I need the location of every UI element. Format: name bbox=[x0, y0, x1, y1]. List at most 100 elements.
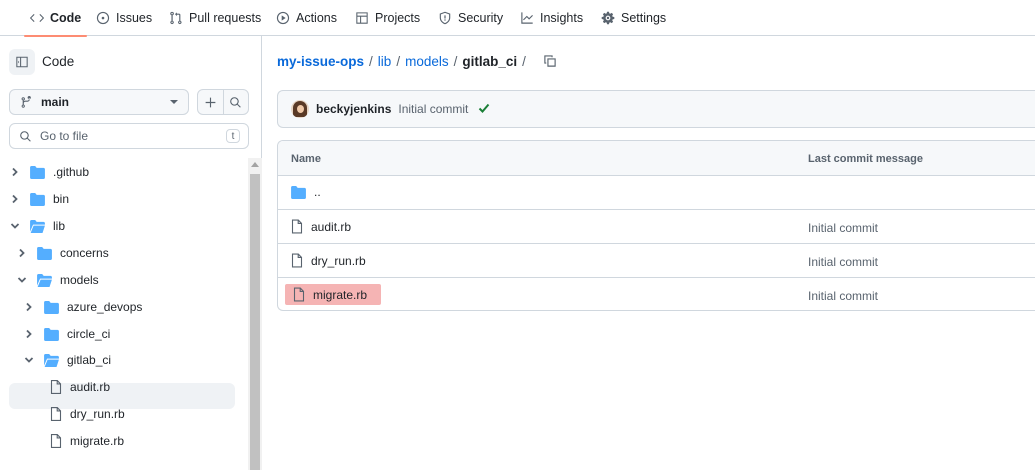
table-row[interactable]: dry_run.rb Initial commit bbox=[278, 244, 1035, 278]
search-button[interactable] bbox=[222, 90, 248, 114]
tree-item-label: bin bbox=[53, 192, 70, 206]
folder-icon bbox=[291, 185, 306, 199]
repo-nav: Code Issues Pull requests Actions Projec… bbox=[0, 0, 1035, 37]
file-icon bbox=[50, 434, 62, 448]
tree-item-gitlab-ci-content[interactable]: gitlab_ci bbox=[24, 347, 111, 373]
latest-commit-bar: beckyjenkins Initial commit bbox=[277, 90, 1035, 128]
table-row-parent[interactable]: .. bbox=[278, 176, 1035, 210]
file-name-link[interactable]: dry_run.rb bbox=[311, 254, 366, 268]
chevron-down-icon[interactable] bbox=[24, 355, 34, 365]
table-row[interactable]: audit.rb Initial commit bbox=[278, 210, 1035, 244]
tree-item-label: audit.rb bbox=[70, 380, 111, 394]
file-icon bbox=[291, 253, 303, 268]
folder-icon bbox=[30, 165, 45, 179]
tree-actions bbox=[197, 89, 249, 115]
tab-insights-label: Insights bbox=[540, 11, 584, 25]
branch-selector[interactable]: main bbox=[9, 89, 189, 115]
tab-security[interactable]: Security bbox=[438, 0, 503, 36]
chevron-right-icon[interactable] bbox=[10, 167, 20, 177]
parent-directory-link[interactable]: .. bbox=[314, 185, 321, 199]
tree-item-dry-run-rb[interactable]: dry_run.rb bbox=[50, 401, 125, 427]
gear-icon bbox=[601, 11, 615, 25]
chevron-down-icon[interactable] bbox=[17, 275, 27, 285]
file-list-table: Name Last commit message .. audit.rb Ini… bbox=[277, 140, 1035, 311]
tree-item-label: circle_ci bbox=[67, 327, 111, 341]
tree-item-lib[interactable]: lib bbox=[10, 213, 65, 239]
folder-open-icon bbox=[37, 273, 52, 287]
commit-message-link[interactable]: Initial commit bbox=[808, 255, 878, 269]
issue-icon bbox=[96, 11, 110, 25]
file-icon bbox=[50, 407, 62, 421]
file-icon bbox=[293, 287, 305, 302]
tab-settings-label: Settings bbox=[621, 11, 667, 25]
copy-path-button[interactable] bbox=[543, 54, 557, 68]
tree-item-azure-devops[interactable]: azure_devops bbox=[24, 294, 142, 320]
scrollbar-thumb[interactable] bbox=[250, 174, 260, 470]
commit-author-link[interactable]: beckyjenkins bbox=[316, 102, 391, 116]
file-tree-sidebar: Code main Go to file t .github bin lib c… bbox=[0, 36, 262, 470]
folder-icon bbox=[30, 192, 45, 206]
tree-item-concerns[interactable]: concerns bbox=[17, 240, 109, 266]
file-icon bbox=[50, 380, 62, 394]
file-name-link[interactable]: audit.rb bbox=[311, 220, 351, 234]
sidebar-title: Code bbox=[42, 54, 75, 69]
breadcrumb-separator: / bbox=[369, 53, 373, 69]
folder-icon bbox=[44, 327, 59, 341]
tree-scrollbar[interactable] bbox=[248, 158, 262, 470]
folder-icon bbox=[44, 300, 59, 314]
tree-item-circle-ci[interactable]: circle_ci bbox=[24, 321, 110, 347]
chevron-right-icon[interactable] bbox=[17, 248, 27, 258]
chevron-down-icon bbox=[170, 100, 178, 104]
scroll-up-arrow-icon[interactable] bbox=[251, 162, 259, 167]
folder-open-icon bbox=[44, 353, 59, 367]
tree-item-migrate-rb[interactable]: migrate.rb bbox=[50, 428, 124, 454]
tree-item-label: lib bbox=[53, 219, 66, 233]
tree-item-label: gitlab_ci bbox=[67, 353, 112, 367]
breadcrumb-current: gitlab_ci bbox=[462, 53, 518, 69]
table-header: Name Last commit message bbox=[278, 141, 1035, 176]
branch-name: main bbox=[41, 95, 70, 109]
column-header-name: Name bbox=[291, 153, 321, 165]
tab-projects[interactable]: Projects bbox=[355, 0, 420, 36]
go-to-file-input[interactable]: Go to file t bbox=[9, 123, 249, 149]
search-icon bbox=[20, 130, 31, 142]
highlight-box: migrate.rb bbox=[285, 284, 382, 305]
tab-actions-label: Actions bbox=[296, 11, 337, 25]
chevron-right-icon[interactable] bbox=[24, 329, 34, 339]
breadcrumb-separator: / bbox=[453, 53, 458, 69]
check-icon[interactable] bbox=[478, 102, 490, 117]
collapse-sidebar-button[interactable] bbox=[9, 49, 35, 75]
tree-item-label: migrate.rb bbox=[70, 434, 125, 448]
commit-message-link[interactable]: Initial commit bbox=[398, 102, 468, 116]
file-icon bbox=[291, 219, 303, 234]
search-icon bbox=[230, 96, 242, 108]
chevron-right-icon[interactable] bbox=[24, 302, 34, 312]
tab-actions[interactable]: Actions bbox=[276, 0, 337, 36]
table-icon bbox=[356, 12, 368, 24]
folder-icon bbox=[37, 246, 52, 260]
commit-message-link[interactable]: Initial commit bbox=[808, 289, 878, 303]
tree-item-github[interactable]: .github bbox=[10, 159, 89, 185]
tab-projects-label: Projects bbox=[375, 11, 421, 25]
table-row[interactable]: migrate.rb Initial commit bbox=[278, 278, 1035, 310]
add-file-button[interactable] bbox=[198, 90, 223, 114]
tree-item-models[interactable]: models bbox=[17, 267, 99, 293]
tab-issues-label: Issues bbox=[116, 11, 153, 25]
breadcrumb-repo-link[interactable]: my-issue-ops bbox=[277, 54, 364, 69]
tab-issues[interactable]: Issues bbox=[96, 0, 152, 36]
file-name-link[interactable]: migrate.rb bbox=[313, 288, 367, 302]
avatar[interactable] bbox=[291, 100, 309, 118]
tab-insights[interactable]: Insights bbox=[520, 0, 583, 36]
breadcrumb-lib-link[interactable]: lib bbox=[378, 54, 392, 69]
tree-item-audit-rb[interactable]: audit.rb bbox=[50, 374, 110, 400]
go-to-file-placeholder: Go to file bbox=[40, 129, 89, 143]
tab-code[interactable]: Code bbox=[23, 0, 88, 37]
commit-message-link[interactable]: Initial commit bbox=[808, 221, 878, 235]
tab-pull-requests[interactable]: Pull requests bbox=[169, 0, 261, 36]
tree-item-bin[interactable]: bin bbox=[10, 186, 69, 212]
breadcrumb-models-link[interactable]: models bbox=[405, 54, 449, 69]
chevron-down-icon[interactable] bbox=[10, 221, 20, 231]
plus-icon bbox=[205, 97, 216, 107]
tab-settings[interactable]: Settings bbox=[601, 0, 666, 36]
chevron-right-icon[interactable] bbox=[10, 194, 20, 204]
